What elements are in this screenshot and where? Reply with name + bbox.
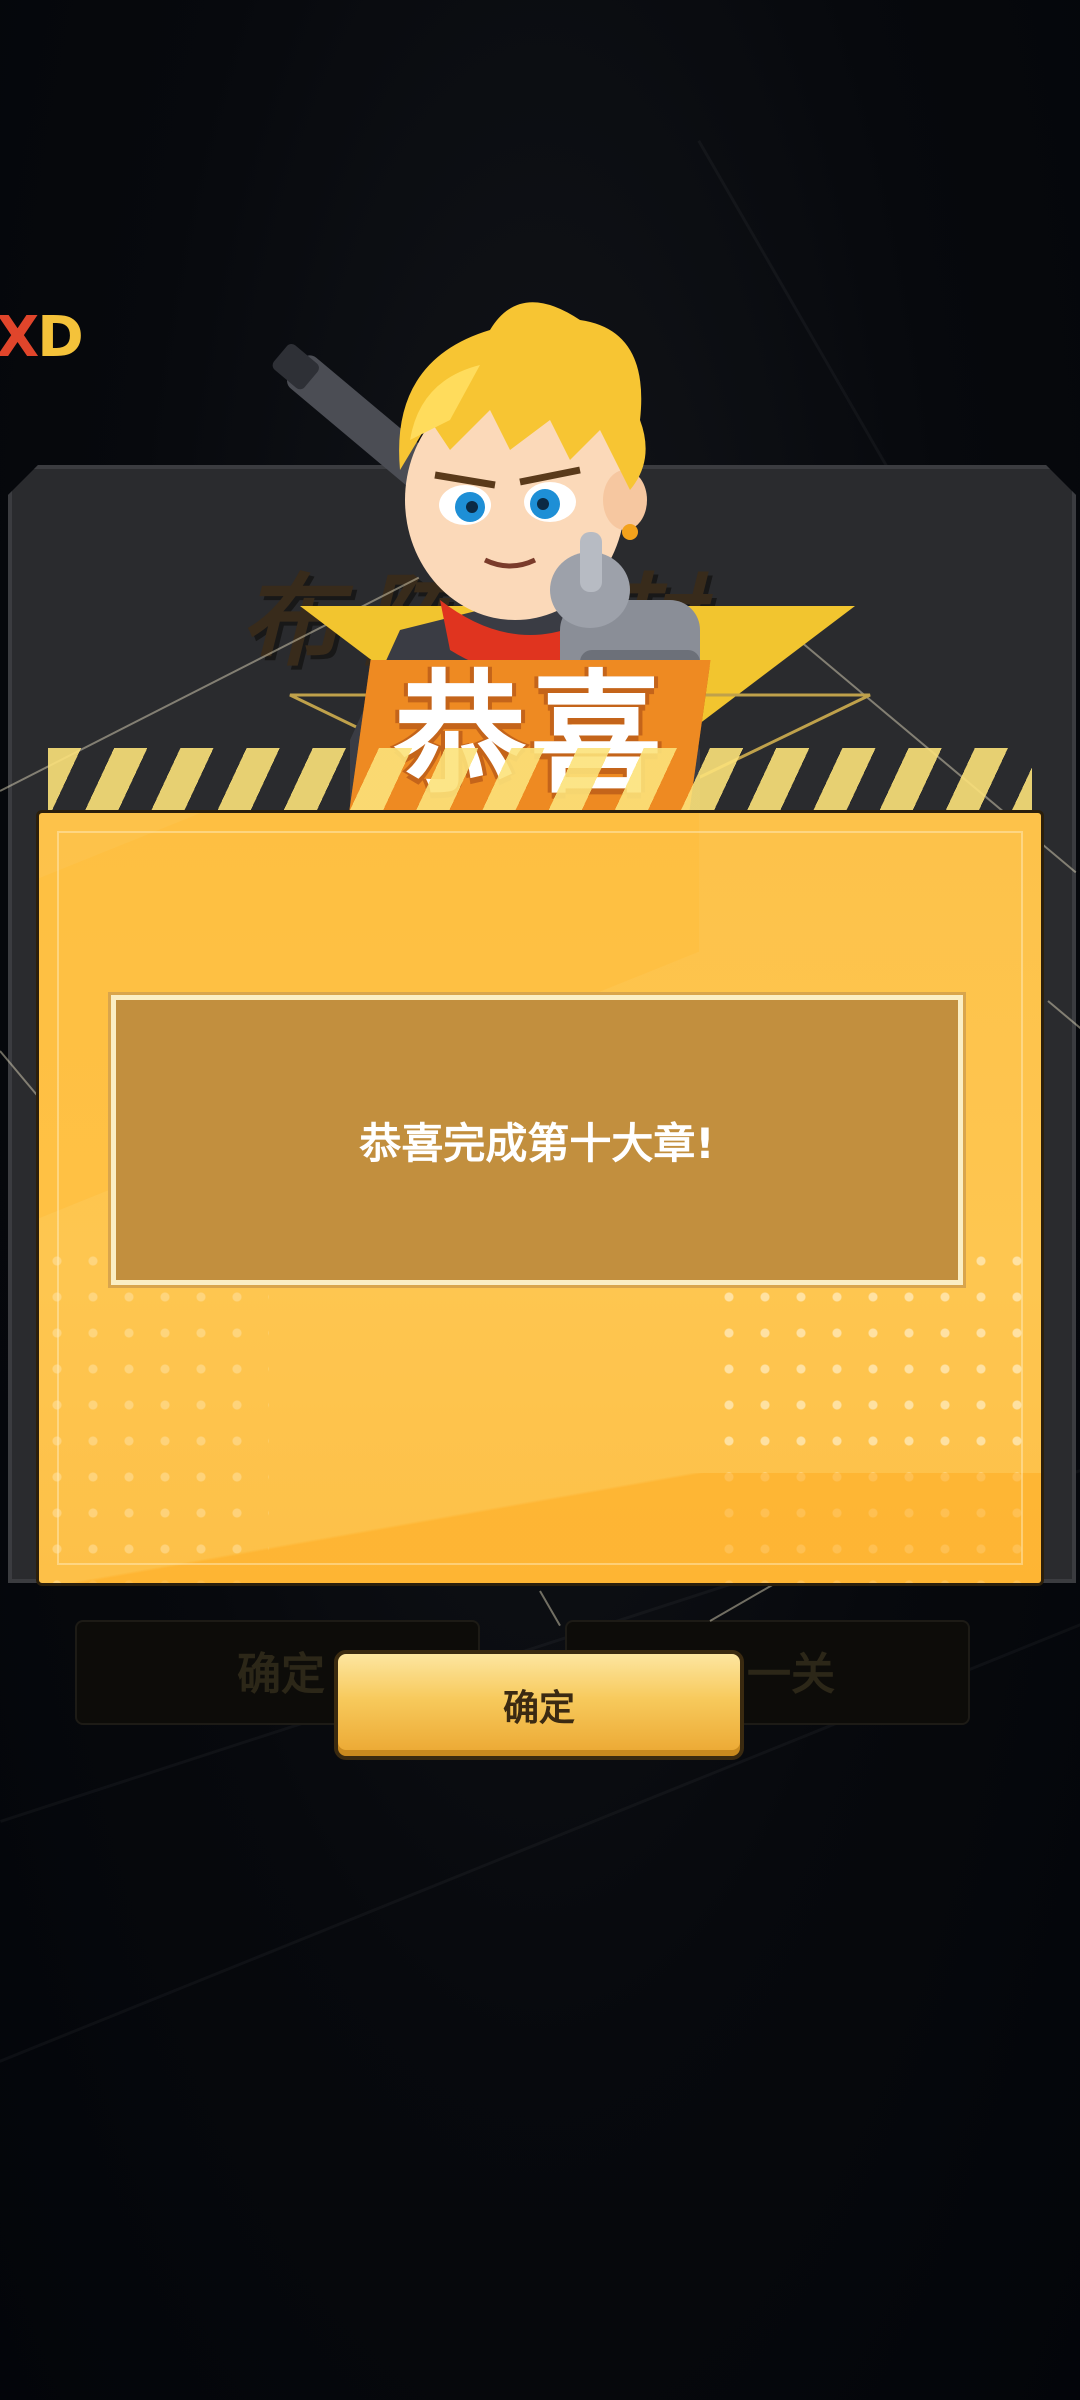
corner-logo-part1: X: [0, 305, 39, 370]
congrats-dialog: 恭喜完成第十大章!: [36, 810, 1044, 1586]
deco-line: [539, 1590, 561, 1627]
message-box: 恭喜完成第十大章!: [111, 995, 963, 1285]
confirm-button[interactable]: 确定: [334, 1650, 744, 1760]
game-screen: XD 布阵阵封 确定 一关: [0, 0, 1080, 2400]
hazard-stripes: [48, 748, 1032, 810]
corner-logo: XD: [0, 305, 84, 370]
message-text: 恭喜完成第十大章!: [359, 1118, 715, 1168]
corner-logo-part2: D: [37, 305, 84, 370]
